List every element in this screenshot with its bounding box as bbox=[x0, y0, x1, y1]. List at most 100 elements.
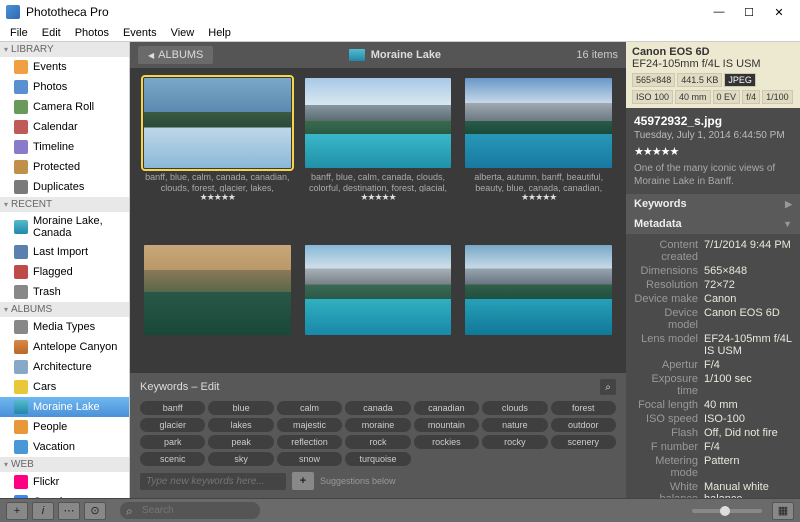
menubar: FileEditPhotosEventsViewHelp bbox=[0, 24, 800, 42]
metadata-row: Metering modePattern bbox=[632, 454, 794, 480]
keyword-chip[interactable]: canadian bbox=[414, 401, 479, 415]
keywords-input[interactable] bbox=[140, 473, 286, 490]
thumbnail[interactable] bbox=[305, 245, 452, 363]
keyword-chip[interactable]: clouds bbox=[482, 401, 547, 415]
sidebar-item-architecture[interactable]: Architecture bbox=[0, 357, 129, 377]
keyword-chip[interactable]: reflection bbox=[277, 435, 342, 449]
metadata-key: Flash bbox=[632, 427, 704, 439]
zoom-slider[interactable] bbox=[692, 509, 762, 513]
menu-view[interactable]: View bbox=[165, 25, 201, 41]
sidebar-item-label: Duplicates bbox=[33, 181, 84, 193]
keyword-chip[interactable]: banff bbox=[140, 401, 205, 415]
add-button[interactable]: + bbox=[6, 502, 28, 520]
thumbnail[interactable]: banff, blue, calm, canada, clouds, color… bbox=[305, 78, 452, 231]
sidebar-item-cars[interactable]: Cars bbox=[0, 377, 129, 397]
sidebar-icon bbox=[14, 475, 28, 489]
menu-events[interactable]: Events bbox=[117, 25, 163, 41]
keyword-chip[interactable]: turquoise bbox=[345, 452, 410, 466]
minimize-button[interactable]: — bbox=[704, 2, 734, 22]
sidebar-item-timeline[interactable]: Timeline bbox=[0, 137, 129, 157]
keywords-search-icon[interactable]: ⌕ bbox=[600, 379, 616, 395]
back-to-albums-button[interactable]: ALBUMS bbox=[138, 46, 213, 64]
keyword-chip[interactable]: nature bbox=[482, 418, 547, 432]
app-logo-icon bbox=[6, 5, 20, 19]
keyword-chip[interactable]: peak bbox=[208, 435, 273, 449]
menu-file[interactable]: File bbox=[4, 25, 34, 41]
keyword-chip[interactable]: canada bbox=[345, 401, 410, 415]
sidebar-item-people[interactable]: People bbox=[0, 417, 129, 437]
sidebar-item-flickr[interactable]: Flickr bbox=[0, 472, 129, 492]
keyword-chip[interactable]: sky bbox=[208, 452, 273, 466]
metadata-key: White balance bbox=[632, 481, 704, 498]
sidebar-item-calendar[interactable]: Calendar bbox=[0, 117, 129, 137]
search-input[interactable] bbox=[120, 502, 260, 519]
keyword-chip[interactable]: majestic bbox=[277, 418, 342, 432]
sidebar-item-duplicates[interactable]: Duplicates bbox=[0, 177, 129, 197]
metadata-section-header[interactable]: Metadata▼ bbox=[626, 214, 800, 234]
section-library[interactable]: LIBRARY bbox=[0, 42, 129, 57]
keyword-chip[interactable]: forest bbox=[551, 401, 616, 415]
sidebar-icon bbox=[14, 60, 28, 74]
sidebar-item-camera-roll[interactable]: Camera Roll bbox=[0, 97, 129, 117]
thumbnail-image bbox=[305, 245, 452, 335]
maximize-button[interactable]: ☐ bbox=[734, 2, 764, 22]
lock-button[interactable]: ⊙ bbox=[84, 502, 106, 520]
sidebar-item-antelope-canyon[interactable]: Antelope Canyon bbox=[0, 337, 129, 357]
section-web[interactable]: WEB bbox=[0, 457, 129, 472]
sidebar-item-trash[interactable]: Trash bbox=[0, 282, 129, 302]
thumbnail-rating: ★★★★★ bbox=[360, 192, 395, 203]
view-mode-button[interactable]: ▦ bbox=[772, 502, 794, 520]
info-button[interactable]: i bbox=[32, 502, 54, 520]
keyword-chip[interactable]: snow bbox=[277, 452, 342, 466]
sidebar-icon bbox=[14, 160, 28, 174]
keyword-chip[interactable]: park bbox=[140, 435, 205, 449]
sidebar-item-moraine-lake[interactable]: Moraine Lake bbox=[0, 397, 129, 417]
menu-help[interactable]: Help bbox=[202, 25, 237, 41]
metadata-value: 40 mm bbox=[704, 399, 794, 411]
gallery: banff, blue, calm, canada, canadian, clo… bbox=[130, 68, 626, 373]
keyword-chip[interactable]: outdoor bbox=[551, 418, 616, 432]
keyword-chip[interactable]: glacier bbox=[140, 418, 205, 432]
exif-iso: ISO 100 bbox=[632, 90, 673, 104]
metadata-row: Focal length40 mm bbox=[632, 398, 794, 412]
sidebar-item-flagged[interactable]: Flagged bbox=[0, 262, 129, 282]
sidebar-item-protected[interactable]: Protected bbox=[0, 157, 129, 177]
more-button[interactable]: ⋯ bbox=[58, 502, 80, 520]
file-rating[interactable]: ★★★★★ bbox=[626, 145, 800, 162]
sidebar-item-moraine-lake-canada[interactable]: Moraine Lake, Canada bbox=[0, 212, 129, 242]
titlebar: Phototheca Pro — ☐ ✕ bbox=[0, 0, 800, 24]
keyword-chip[interactable]: calm bbox=[277, 401, 342, 415]
menu-photos[interactable]: Photos bbox=[69, 25, 115, 41]
add-keyword-button[interactable]: + bbox=[292, 472, 314, 490]
sidebar-item-last-import[interactable]: Last Import bbox=[0, 242, 129, 262]
thumbnail[interactable]: alberta, autumn, banff, beautiful, beaut… bbox=[465, 78, 612, 231]
sidebar-item-media-types[interactable]: Media Types bbox=[0, 317, 129, 337]
keywords-section-header[interactable]: Keywords▶ bbox=[626, 194, 800, 214]
metadata-row: Content created7/1/2014 9:44 PM bbox=[632, 238, 794, 264]
sidebar-item-photos[interactable]: Photos bbox=[0, 77, 129, 97]
metadata-value: Pattern bbox=[704, 455, 794, 479]
keyword-chip[interactable]: rockies bbox=[414, 435, 479, 449]
metadata-key: Lens model bbox=[632, 333, 704, 357]
menu-edit[interactable]: Edit bbox=[36, 25, 67, 41]
section-recent[interactable]: RECENT bbox=[0, 197, 129, 212]
sidebar-icon bbox=[14, 360, 28, 374]
sidebar-item-vacation[interactable]: Vacation bbox=[0, 437, 129, 457]
keyword-chip[interactable]: moraine bbox=[345, 418, 410, 432]
keyword-chip[interactable]: blue bbox=[208, 401, 273, 415]
sidebar-icon bbox=[14, 420, 28, 434]
sidebar-item-label: Architecture bbox=[33, 361, 92, 373]
keyword-chip[interactable]: rock bbox=[345, 435, 410, 449]
close-button[interactable]: ✕ bbox=[764, 2, 794, 22]
metadata-value: F/4 bbox=[704, 441, 794, 453]
keyword-chip[interactable]: scenery bbox=[551, 435, 616, 449]
section-albums[interactable]: ALBUMS bbox=[0, 302, 129, 317]
sidebar-item-events[interactable]: Events bbox=[0, 57, 129, 77]
thumbnail[interactable] bbox=[144, 245, 291, 363]
thumbnail[interactable]: banff, blue, calm, canada, canadian, clo… bbox=[144, 78, 291, 231]
keyword-chip[interactable]: mountain bbox=[414, 418, 479, 432]
thumbnail[interactable] bbox=[465, 245, 612, 363]
keyword-chip[interactable]: scenic bbox=[140, 452, 205, 466]
keyword-chip[interactable]: lakes bbox=[208, 418, 273, 432]
keyword-chip[interactable]: rocky bbox=[482, 435, 547, 449]
